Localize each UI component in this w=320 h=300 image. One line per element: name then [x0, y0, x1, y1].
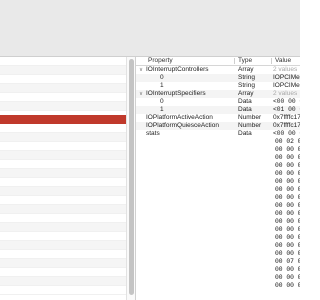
property-name: 1 [160, 106, 164, 113]
property-value: <00 00 00 [273, 98, 300, 105]
property-row[interactable]: 0 String IOPCIMessage [136, 74, 300, 82]
property-type: Number [238, 122, 262, 129]
property-row[interactable]: 1 Data <01 00 00 [136, 106, 300, 114]
tree-row[interactable] [0, 84, 126, 93]
tree-row[interactable] [0, 160, 126, 169]
property-type: Array [238, 66, 254, 73]
properties-header: Property Type Value [136, 57, 300, 66]
tree-row[interactable] [0, 102, 126, 111]
stats-data-line: 00 00 00 [275, 282, 300, 289]
tree-row[interactable] [0, 232, 126, 241]
property-row[interactable]: ∨ IOInterruptControllers Array 2 values [136, 66, 300, 74]
property-type: Data [238, 98, 252, 105]
column-header-type[interactable]: Type [238, 57, 252, 65]
stats-data-line: 00 02 00 [275, 138, 300, 145]
property-value: <01 00 00 [273, 106, 300, 113]
tree-row[interactable] [0, 75, 126, 84]
stats-data-line: 00 00 00 [275, 242, 300, 249]
property-name: IOPlatformActiveAction [146, 114, 213, 121]
column-header-value[interactable]: Value [275, 57, 291, 65]
stats-data-line: 00 00 00 [275, 194, 300, 201]
tree-row[interactable] [0, 259, 126, 268]
column-header-property[interactable]: Property [148, 57, 173, 65]
property-row[interactable]: IOPlatformQuiesceAction Number 0x7ffffc1… [136, 122, 300, 130]
tree-row[interactable] [0, 214, 126, 223]
property-type: Data [238, 130, 252, 137]
property-value: IOPCIMessage [273, 82, 300, 89]
property-type: String [238, 82, 255, 89]
property-type: Data [238, 106, 252, 113]
property-value: 2 values [273, 66, 298, 73]
property-name: 0 [160, 98, 164, 105]
tree-row[interactable] [0, 286, 126, 295]
stats-data-line: 00 00 00 [275, 146, 300, 153]
property-value: 0x7ffffc17 [273, 122, 300, 129]
property-name: IOInterruptSpecifiers [146, 90, 206, 97]
stats-data-line: 00 00 00 [275, 226, 300, 233]
properties-table: Property Type Value ∨ IOInterruptControl… [136, 57, 300, 300]
tree-row[interactable] [0, 57, 126, 66]
tree-row[interactable] [0, 205, 126, 214]
stats-data-line: 00 00 00 [275, 186, 300, 193]
chevron-down-icon[interactable]: ∨ [139, 90, 145, 98]
stats-data-line: 00 00 00 [275, 178, 300, 185]
stats-data-line: 00 00 00 [275, 162, 300, 169]
stats-data-line: 00 07 00 [275, 258, 300, 265]
stats-data-line: 00 00 00 [275, 274, 300, 281]
tree-row[interactable] [0, 223, 126, 232]
property-row[interactable]: stats Data <00 00 00 [136, 130, 300, 138]
tree-row[interactable] [0, 151, 126, 160]
stats-data-line: 00 00 00 [275, 210, 300, 217]
property-row[interactable]: 1 String IOPCIMessage [136, 82, 300, 90]
property-value: 2 values [273, 90, 298, 97]
stats-data-line: 00 00 00 [275, 266, 300, 273]
stats-data-line: 00 00 00 [275, 154, 300, 161]
tree-row[interactable] [0, 169, 126, 178]
stats-data-line: 00 00 00 [275, 234, 300, 241]
tree-row[interactable] [0, 133, 126, 142]
tree-row[interactable] [0, 250, 126, 259]
property-row[interactable]: 0 Data <00 00 00 [136, 98, 300, 106]
property-value: IOPCIMessage [273, 74, 300, 81]
tree-row[interactable] [0, 142, 126, 151]
property-name: 1 [160, 82, 164, 89]
tree-row[interactable] [0, 124, 126, 133]
tree-row[interactable] [0, 93, 126, 102]
property-name: 0 [160, 74, 164, 81]
window-toolbar [0, 0, 300, 57]
stats-data-line: 00 00 00 [275, 202, 300, 209]
tree-scroll-thumb[interactable] [129, 59, 134, 295]
property-name: IOPlatformQuiesceAction [146, 122, 219, 129]
chevron-down-icon[interactable]: ∨ [139, 66, 145, 74]
property-name: stats [146, 130, 160, 137]
property-type: Array [238, 90, 254, 97]
property-row[interactable]: ∨ IOInterruptSpecifiers Array 2 values [136, 90, 300, 98]
property-name: IOInterruptControllers [146, 66, 209, 73]
tree-row[interactable] [0, 178, 126, 187]
tree-row[interactable] [0, 196, 126, 205]
registry-tree [0, 57, 126, 300]
tree-scrollbar[interactable] [126, 57, 136, 300]
tree-row[interactable] [0, 241, 126, 250]
column-divider[interactable] [271, 58, 272, 64]
stats-data-line: 00 00 00 [275, 170, 300, 177]
stats-data-line: 00 00 00 [275, 218, 300, 225]
tree-row[interactable] [0, 187, 126, 196]
property-type: String [238, 74, 255, 81]
stats-data-line: 00 00 00 [275, 250, 300, 257]
property-type: Number [238, 114, 262, 121]
tree-row[interactable] [0, 66, 126, 75]
column-divider[interactable] [234, 58, 235, 64]
tree-row[interactable] [0, 277, 126, 286]
property-row[interactable]: IOPlatformActiveAction Number 0x7ffffc17 [136, 114, 300, 122]
tree-row[interactable] [0, 268, 126, 277]
property-value: <00 00 00 [273, 130, 300, 137]
property-value: 0x7ffffc17 [273, 114, 300, 121]
tree-row-selected[interactable] [0, 115, 126, 124]
